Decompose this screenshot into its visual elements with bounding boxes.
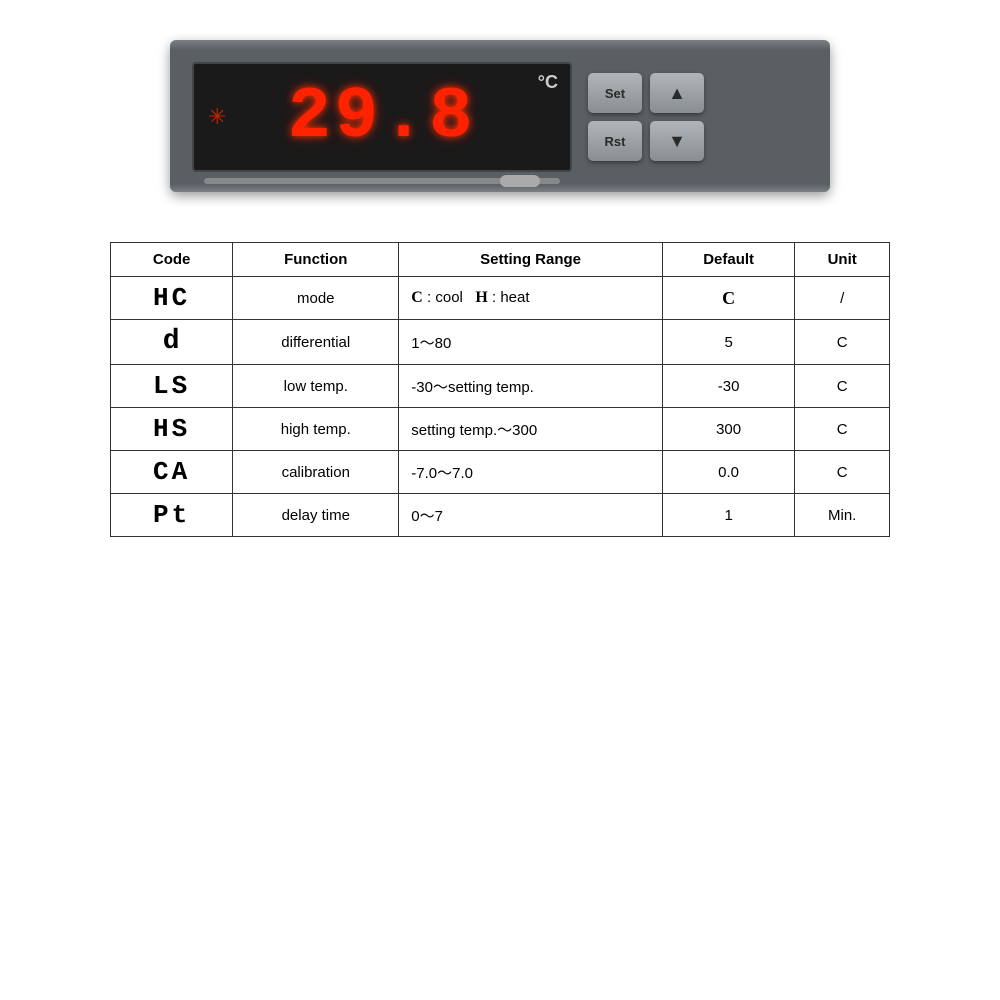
function-cell-4: calibration <box>233 451 399 494</box>
default-cell-1: 5 <box>662 320 794 365</box>
col-header-setting-range: Setting Range <box>399 243 663 277</box>
default-cell-0: C <box>662 277 794 320</box>
down-button[interactable]: ▼ <box>650 121 704 161</box>
celsius-label: °C <box>538 72 558 93</box>
track-knob <box>500 175 540 187</box>
settings-table-wrapper: Code Function Setting Range Default Unit… <box>110 242 890 537</box>
table-row: CA calibration -7.0～7.0 0.0 C <box>111 451 890 494</box>
code-cell-3: HS <box>111 408 233 451</box>
col-header-default: Default <box>662 243 794 277</box>
unit-cell-4: C <box>795 451 890 494</box>
display-panel: °C ✳ 29.8 <box>192 62 572 172</box>
function-cell-2: low temp. <box>233 365 399 408</box>
code-cell-2: LS <box>111 365 233 408</box>
function-cell-5: delay time <box>233 494 399 537</box>
range-cell-2: -30～setting temp. <box>399 365 663 408</box>
table-row: d differential 1～80 5 C <box>111 320 890 365</box>
default-cell-4: 0.0 <box>662 451 794 494</box>
table-header-row: Code Function Setting Range Default Unit <box>111 243 890 277</box>
function-cell-3: high temp. <box>233 408 399 451</box>
range-cell-4: -7.0～7.0 <box>399 451 663 494</box>
code-cell-4: CA <box>111 451 233 494</box>
code-cell-0: HC <box>111 277 233 320</box>
code-cell-5: Pt <box>111 494 233 537</box>
default-cell-5: 1 <box>662 494 794 537</box>
table-row: LS low temp. -30～setting temp. -30 C <box>111 365 890 408</box>
table-row: HC mode C : cool H : heat C / <box>111 277 890 320</box>
up-button[interactable]: ▲ <box>650 73 704 113</box>
col-header-function: Function <box>233 243 399 277</box>
default-cell-3: 300 <box>662 408 794 451</box>
table-row: Pt delay time 0～7 1 Min. <box>111 494 890 537</box>
code-cell-1: d <box>111 320 233 365</box>
snowflake-icon: ✳ <box>208 104 226 130</box>
settings-table: Code Function Setting Range Default Unit… <box>110 242 890 537</box>
temperature-display: 29.8 <box>288 81 477 153</box>
range-cell-5: 0～7 <box>399 494 663 537</box>
unit-cell-5: Min. <box>795 494 890 537</box>
table-row: HS high temp. setting temp.～300 300 C <box>111 408 890 451</box>
buttons-panel: Set ▲ Rst ▼ <box>588 73 704 161</box>
function-cell-0: mode <box>233 277 399 320</box>
range-cell-1: 1～80 <box>399 320 663 365</box>
controller-wrapper: °C ✳ 29.8 Set ▲ Rst ▼ <box>170 40 830 192</box>
col-header-unit: Unit <box>795 243 890 277</box>
unit-cell-0: / <box>795 277 890 320</box>
default-cell-2: -30 <box>662 365 794 408</box>
col-header-code: Code <box>111 243 233 277</box>
unit-cell-1: C <box>795 320 890 365</box>
controller: °C ✳ 29.8 Set ▲ Rst ▼ <box>170 40 830 192</box>
controller-inner: °C ✳ 29.8 Set ▲ Rst ▼ <box>192 62 808 172</box>
function-cell-1: differential <box>233 320 399 365</box>
track-bar <box>204 178 560 184</box>
unit-cell-3: C <box>795 408 890 451</box>
range-cell-3: setting temp.～300 <box>399 408 663 451</box>
range-cell-0: C : cool H : heat <box>399 277 663 320</box>
rst-button[interactable]: Rst <box>588 121 642 161</box>
unit-cell-2: C <box>795 365 890 408</box>
set-button[interactable]: Set <box>588 73 642 113</box>
